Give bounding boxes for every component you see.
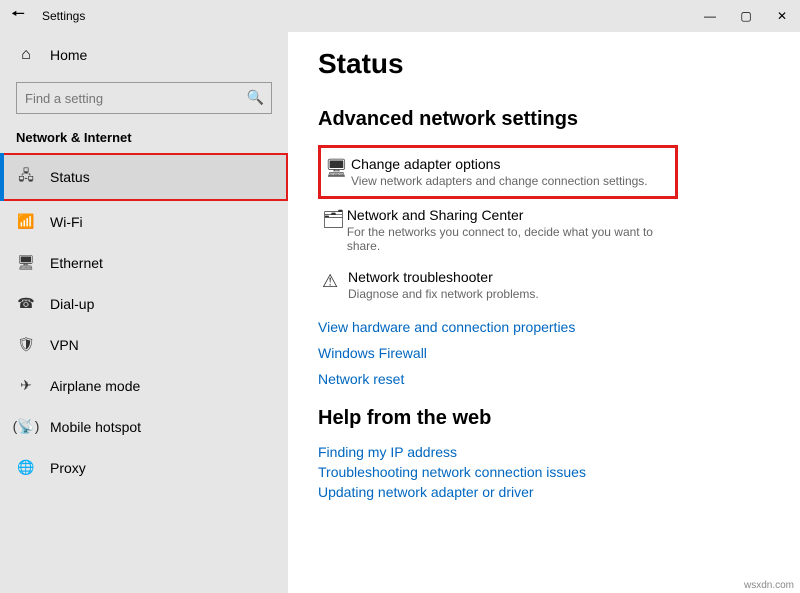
home-nav[interactable]: ⌂ Home <box>0 38 288 72</box>
network-troubleshooter[interactable]: ⚠ Network troubleshooter Diagnose and fi… <box>318 261 678 309</box>
option-text: Network and Sharing Center For the netwo… <box>347 207 674 253</box>
nav-label: Wi-Fi <box>50 214 83 230</box>
sharing-icon: 🗂 <box>322 207 347 253</box>
nav-vpn[interactable]: 🛡 VPN <box>0 324 288 365</box>
nav-airplane[interactable]: ✈ Airplane mode <box>0 365 288 406</box>
link-find-ip[interactable]: Finding my IP address <box>318 444 770 460</box>
nav-list: 🖧 Status 📶 Wi-Fi 🖥 Ethernet ☎ Dial-up 🛡 … <box>0 153 288 488</box>
proxy-icon: 🌐 <box>16 459 36 476</box>
dialup-icon: ☎ <box>16 295 36 312</box>
link-network-reset[interactable]: Network reset <box>318 371 770 387</box>
advanced-heading: Advanced network settings <box>318 108 770 131</box>
link-troubleshoot-connection[interactable]: Troubleshooting network connection issue… <box>318 464 770 480</box>
nav-label: Status <box>50 169 90 185</box>
search-wrapper: 🔍 <box>16 82 272 114</box>
nav-wifi[interactable]: 📶 Wi-Fi <box>0 201 288 242</box>
nav-dialup[interactable]: ☎ Dial-up <box>0 283 288 324</box>
option-title: Network troubleshooter <box>348 269 539 285</box>
section-title: Network & Internet <box>0 124 288 153</box>
maximize-button[interactable]: ▢ <box>728 0 764 32</box>
vpn-icon: 🛡 <box>16 336 36 353</box>
option-title: Change adapter options <box>351 156 648 172</box>
watermark: wsxdn.com <box>744 580 794 591</box>
nav-hotspot[interactable]: (📡) Mobile hotspot <box>0 406 288 447</box>
link-windows-firewall[interactable]: Windows Firewall <box>318 345 770 361</box>
option-text: Change adapter options View network adap… <box>351 156 648 188</box>
search-input[interactable] <box>16 82 272 114</box>
content-pane: Status Advanced network settings 🖥 Chang… <box>288 32 800 593</box>
status-icon: 🖧 <box>16 165 36 189</box>
nav-label: Dial-up <box>50 296 94 312</box>
option-desc: For the networks you connect to, decide … <box>347 225 674 253</box>
search-icon: 🔍 <box>247 89 264 106</box>
nav-label: Proxy <box>50 460 86 476</box>
title-bar: 🠔 Settings — ▢ ✕ <box>0 0 800 32</box>
nav-label: Mobile hotspot <box>50 419 141 435</box>
sidebar: ⌂ Home 🔍 Network & Internet 🖧 Status 📶 W… <box>0 32 288 593</box>
nav-label: VPN <box>50 337 79 353</box>
minimize-button[interactable]: — <box>692 0 728 32</box>
ethernet-icon: 🖥 <box>16 254 36 271</box>
nav-label: Ethernet <box>50 255 103 271</box>
window-controls: — ▢ ✕ <box>692 0 800 32</box>
nav-ethernet[interactable]: 🖥 Ethernet <box>0 242 288 283</box>
window-title: Settings <box>36 9 692 23</box>
nav-label: Airplane mode <box>50 378 140 394</box>
close-button[interactable]: ✕ <box>764 0 800 32</box>
page-heading: Status <box>318 48 770 80</box>
home-icon: ⌂ <box>16 46 36 64</box>
change-adapter-options[interactable]: 🖥 Change adapter options View network ad… <box>318 145 678 199</box>
option-title: Network and Sharing Center <box>347 207 674 223</box>
option-desc: Diagnose and fix network problems. <box>348 287 539 301</box>
link-hardware-properties[interactable]: View hardware and connection properties <box>318 319 770 335</box>
nav-status[interactable]: 🖧 Status <box>0 153 288 201</box>
home-label: Home <box>50 47 87 63</box>
main-area: ⌂ Home 🔍 Network & Internet 🖧 Status 📶 W… <box>0 32 800 593</box>
link-update-driver[interactable]: Updating network adapter or driver <box>318 484 770 500</box>
network-sharing-center[interactable]: 🗂 Network and Sharing Center For the net… <box>318 199 678 261</box>
hotspot-icon: (📡) <box>16 418 36 435</box>
nav-proxy[interactable]: 🌐 Proxy <box>0 447 288 488</box>
option-text: Network troubleshooter Diagnose and fix … <box>348 269 539 301</box>
wifi-icon: 📶 <box>16 213 36 230</box>
back-button[interactable]: 🠔 <box>0 3 36 30</box>
airplane-icon: ✈ <box>16 377 36 394</box>
troubleshoot-icon: ⚠ <box>322 269 348 301</box>
help-heading: Help from the web <box>318 407 770 430</box>
adapter-icon: 🖥 <box>325 156 351 188</box>
option-desc: View network adapters and change connect… <box>351 174 648 188</box>
